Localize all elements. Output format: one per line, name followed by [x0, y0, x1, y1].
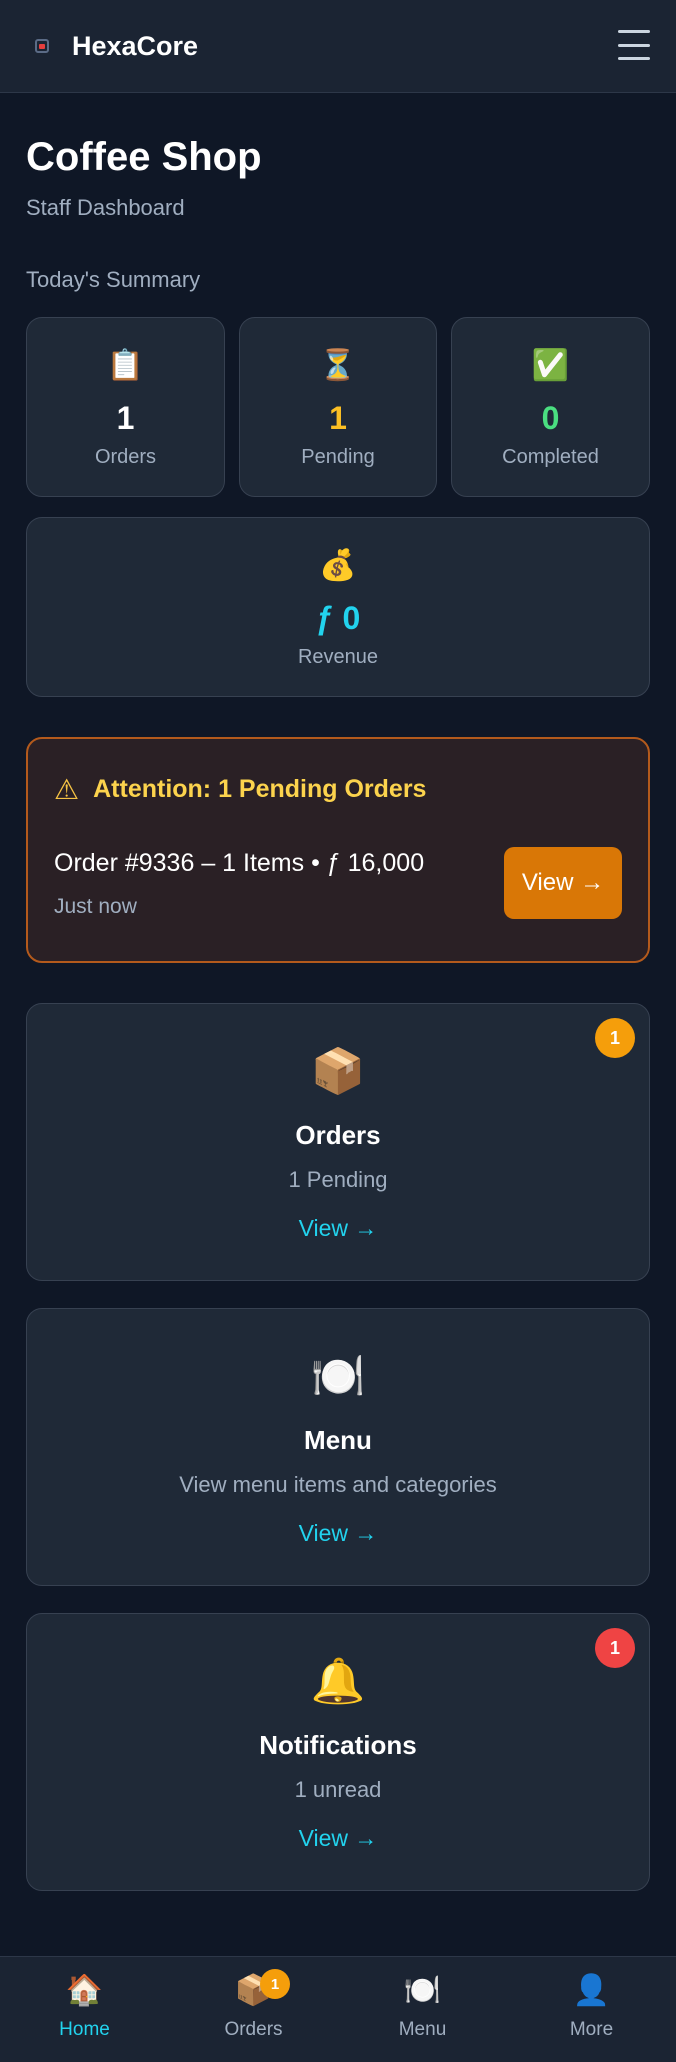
stat-value: 1 [116, 400, 135, 436]
warning-icon: ⚠ [54, 774, 80, 805]
card-subtitle: 1 Pending [288, 1167, 388, 1192]
stat-label: Orders [94, 446, 157, 468]
package-icon: 📦 [310, 1047, 366, 1096]
plate-cutlery-icon: 🍽️ [310, 1352, 366, 1401]
menu-card[interactable]: 🍽️ Menu View menu items and categories V… [26, 1308, 650, 1586]
alert-title: ⚠ Attention: 1 Pending Orders [54, 773, 426, 806]
card-subtitle: View menu items and categories [179, 1472, 497, 1497]
stat-card-pending: ⏳ 1 Pending [239, 317, 437, 497]
card-subtitle: 1 unread [294, 1777, 382, 1802]
bottom-nav-home[interactable]: 🏠 Home [0, 1957, 169, 2062]
stat-card-revenue: 💰 ƒ 0 Revenue [26, 517, 650, 697]
orders-count-badge: 1 [595, 1018, 635, 1058]
stat-card-orders: 📋 1 Orders [26, 317, 225, 497]
card-title: Menu [304, 1425, 372, 1455]
card-title: Notifications [259, 1730, 417, 1760]
hamburger-icon-bar [618, 30, 650, 33]
menu-view-link[interactable]: View → [299, 1520, 378, 1547]
bottom-navigation: 🏠 Home 📦 1 Orders 🍽️ Menu 👤 More [0, 1956, 676, 2062]
bottom-nav-orders[interactable]: 📦 1 Orders [169, 1957, 338, 2062]
notifications-count-badge: 1 [595, 1628, 635, 1668]
bell-icon: 🔔 [310, 1657, 366, 1706]
orders-card[interactable]: 1 📦 Orders 1 Pending View → [26, 1003, 650, 1281]
bottom-nav-label: Menu [398, 2019, 447, 2040]
stat-value: ƒ 0 [315, 600, 361, 636]
pending-order-summary: Order #9336 – 1 Items • ƒ 16,000 [54, 849, 425, 877]
page-subtitle: Staff Dashboard [26, 195, 185, 220]
hourglass-icon: ⏳ [319, 349, 357, 382]
logo-icon [26, 30, 58, 62]
bottom-nav-label: Orders [224, 2019, 283, 2040]
check-icon: ✅ [531, 349, 570, 382]
stat-label: Pending [301, 446, 375, 468]
orders-nav-badge: 1 [260, 1969, 290, 1999]
stat-value: 0 [541, 400, 560, 436]
stat-card-completed: ✅ 0 Completed [451, 317, 650, 497]
bottom-nav-label: Home [59, 2019, 110, 2040]
user-icon: 👤 [572, 1974, 611, 2007]
brand-name: HexaCore [72, 30, 199, 61]
top-bar: HexaCore [0, 0, 676, 93]
pending-orders-alert: ⚠ Attention: 1 Pending Orders Order #933… [26, 737, 650, 963]
money-bag-icon: 💰 [319, 549, 357, 582]
hamburger-menu-button[interactable] [618, 30, 650, 60]
pending-order-time: Just now [54, 895, 137, 918]
orders-view-link[interactable]: View → [299, 1215, 378, 1242]
stat-value: 1 [329, 400, 347, 436]
bottom-nav-label: More [569, 2019, 614, 2040]
house-icon: 🏠 [65, 1974, 104, 2007]
stat-label: Completed [502, 446, 599, 468]
hamburger-icon-bar [618, 43, 650, 47]
plate-cutlery-icon: 🍽️ [403, 1974, 442, 2007]
notifications-card[interactable]: 1 🔔 Notifications 1 unread View → [26, 1613, 650, 1891]
bottom-nav-menu[interactable]: 🍽️ Menu [338, 1957, 507, 2062]
view-order-button[interactable]: View → [504, 847, 622, 919]
stat-label: Revenue [297, 646, 379, 668]
alert-title-text: Attention: 1 Pending Orders [93, 775, 427, 803]
hamburger-icon-bar [618, 57, 650, 60]
page-title: Coffee Shop [26, 135, 262, 179]
summary-heading: Today's Summary [26, 267, 201, 292]
notifications-view-link[interactable]: View → [299, 1825, 378, 1852]
bottom-nav-more[interactable]: 👤 More [507, 1957, 676, 2062]
card-title: Orders [295, 1120, 381, 1150]
clipboard-icon: 📋 [106, 349, 145, 382]
